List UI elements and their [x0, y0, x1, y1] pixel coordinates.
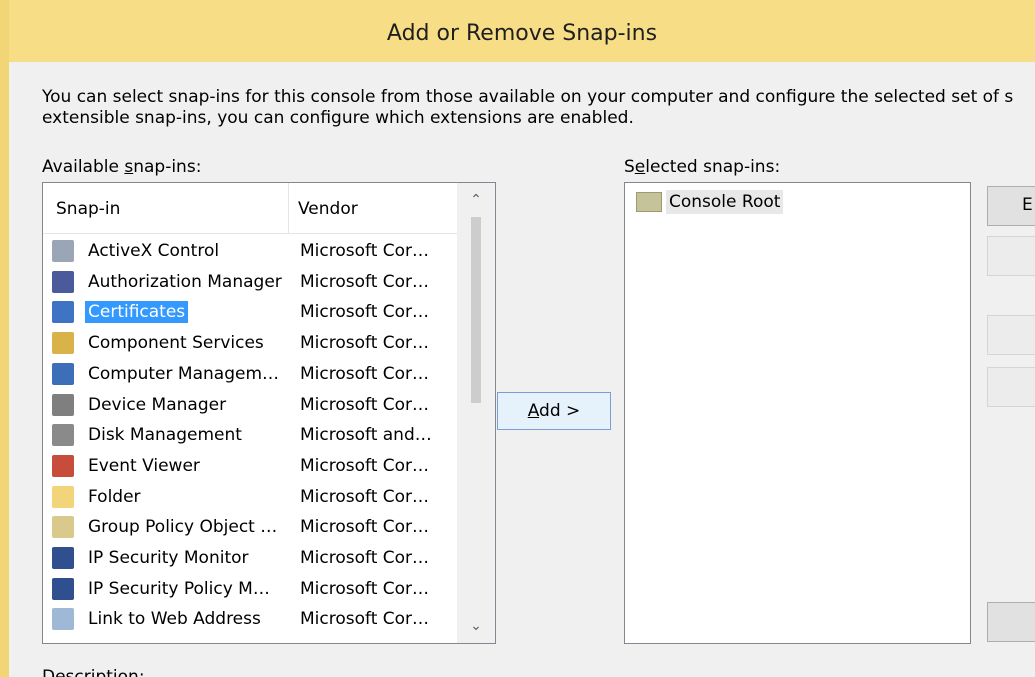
snapin-name: Computer Managem… [88, 363, 280, 384]
snapin-vendor: Microsoft Cor… [300, 394, 430, 415]
edit-extensions-label: E [1022, 195, 1033, 215]
snapin-name: Component Services [88, 333, 264, 354]
snapin-name: Folder [88, 486, 141, 507]
scroll-up-arrow-icon[interactable]: ⌃ [457, 183, 495, 217]
console-root-icon [636, 192, 662, 212]
selected-item-label: Console Root [666, 190, 784, 214]
available-snapins-list[interactable]: Snap-in Vendor ActiveX Control Microsoft … [42, 182, 496, 644]
advanced-button[interactable] [987, 602, 1035, 642]
snapin-vendor: Microsoft Cor… [300, 578, 430, 599]
snapin-name: IP Security Monitor [88, 548, 249, 568]
available-label-accel: s [124, 157, 134, 177]
snapin-name: Authorization Manager [88, 271, 282, 292]
ip-security-policy-icon [52, 577, 74, 600]
column-separator[interactable] [288, 183, 289, 233]
snapin-vendor: Microsoft Cor… [300, 609, 430, 630]
web-link-icon [52, 608, 74, 631]
snapin-name: Device Manager [88, 394, 227, 415]
list-item[interactable]: Component Services Microsoft Cor… [43, 327, 458, 358]
component-services-icon [52, 332, 74, 355]
selected-label-rest: lected snap-ins: [645, 157, 781, 177]
snapin-name: ActiveX Control [88, 241, 220, 261]
selected-snapins-list[interactable]: Console Root [624, 182, 971, 644]
snapin-name: Disk Management [88, 425, 242, 446]
selected-snapins-label: Selected snap-ins: [624, 157, 780, 177]
disk-management-icon [52, 424, 74, 447]
authorization-icon [52, 270, 74, 293]
list-item[interactable]: Authorization Manager Microsoft Cor… [43, 266, 458, 297]
folder-icon [52, 485, 74, 508]
column-header-vendor[interactable]: Vendor [298, 199, 358, 219]
selected-label-prefix: S [624, 157, 635, 177]
available-snapins-label: Available snap-ins: [42, 157, 201, 177]
list-item[interactable]: IP Security Monitor Microsoft Cor… [43, 542, 458, 573]
event-viewer-icon [52, 454, 74, 477]
list-item[interactable]: Disk Management Microsoft and… [43, 419, 458, 450]
scroll-down-arrow-icon[interactable]: ⌄ [457, 609, 495, 643]
device-manager-icon [52, 393, 74, 416]
intro-text: You can select snap-ins for this console… [42, 87, 1035, 129]
group-policy-icon [52, 516, 74, 539]
activex-icon [52, 240, 74, 262]
remove-button[interactable] [987, 236, 1035, 276]
add-button-label: dd > [539, 401, 581, 421]
selected-label-accel: e [634, 157, 646, 177]
snapin-vendor: Microsoft Cor… [300, 271, 430, 292]
column-header-snapin[interactable]: Snap-in [56, 199, 120, 219]
ip-security-monitor-icon [52, 547, 74, 569]
window-frame [0, 0, 9, 677]
list-item[interactable]: IP Security Policy M… Microsoft Cor… [43, 573, 458, 604]
snapin-name: Group Policy Object … [88, 517, 278, 538]
title-bar[interactable]: Add or Remove Snap-ins [9, 0, 1035, 62]
snapin-name: IP Security Policy M… [88, 578, 270, 599]
snapin-name: Event Viewer [88, 455, 200, 476]
snapin-vendor: Microsoft Cor… [300, 486, 430, 507]
snapin-vendor: Microsoft Cor… [300, 333, 430, 354]
intro-line-2: extensible snap-ins, you can configure w… [42, 108, 634, 128]
computer-management-icon [52, 362, 74, 385]
list-item[interactable]: Event Viewer Microsoft Cor… [43, 450, 458, 481]
available-label-prefix: Available [42, 157, 125, 177]
snapin-vendor: Microsoft Cor… [300, 548, 430, 568]
snapin-vendor: Microsoft Cor… [300, 455, 430, 476]
snapin-vendor: Microsoft Cor… [300, 241, 430, 261]
vertical-scrollbar[interactable]: ⌃ ⌄ [457, 183, 495, 643]
snapin-name: Link to Web Address [88, 609, 261, 630]
description-label: Description: [42, 667, 145, 677]
snapin-name: Certificates [83, 300, 190, 325]
list-item[interactable]: Group Policy Object … Microsoft Cor… [43, 511, 458, 542]
add-button[interactable]: Add > [497, 392, 611, 430]
intro-line-1: You can select snap-ins for this console… [42, 87, 1014, 107]
list-item[interactable]: Folder Microsoft Cor… [43, 481, 458, 512]
snapin-vendor: Microsoft Cor… [300, 517, 430, 538]
certificate-icon [52, 301, 74, 324]
add-button-accel: A [527, 401, 540, 421]
window-title: Add or Remove Snap-ins [386, 21, 658, 46]
list-item[interactable]: Computer Managem… Microsoft Cor… [43, 358, 458, 389]
dialog-client-area: You can select snap-ins for this console… [9, 62, 1035, 677]
snapin-vendor: Microsoft and… [300, 425, 432, 446]
list-item[interactable]: Device Manager Microsoft Cor… [43, 389, 458, 420]
edit-extensions-button[interactable]: E [987, 186, 1035, 226]
list-item[interactable]: Link to Web Address Microsoft Cor… [43, 603, 458, 634]
column-header: Snap-in Vendor [43, 183, 458, 234]
available-label-rest: nap-ins: [133, 157, 202, 177]
scrollbar-thumb[interactable] [471, 217, 481, 403]
snapin-vendor: Microsoft Cor… [300, 302, 430, 323]
move-up-button[interactable] [987, 315, 1035, 355]
list-item[interactable]: ActiveX Control Microsoft Cor… [43, 235, 458, 266]
snapin-vendor: Microsoft Cor… [300, 363, 430, 384]
list-item[interactable]: Certificates Microsoft Cor… [43, 296, 458, 327]
move-down-button[interactable] [987, 367, 1035, 407]
